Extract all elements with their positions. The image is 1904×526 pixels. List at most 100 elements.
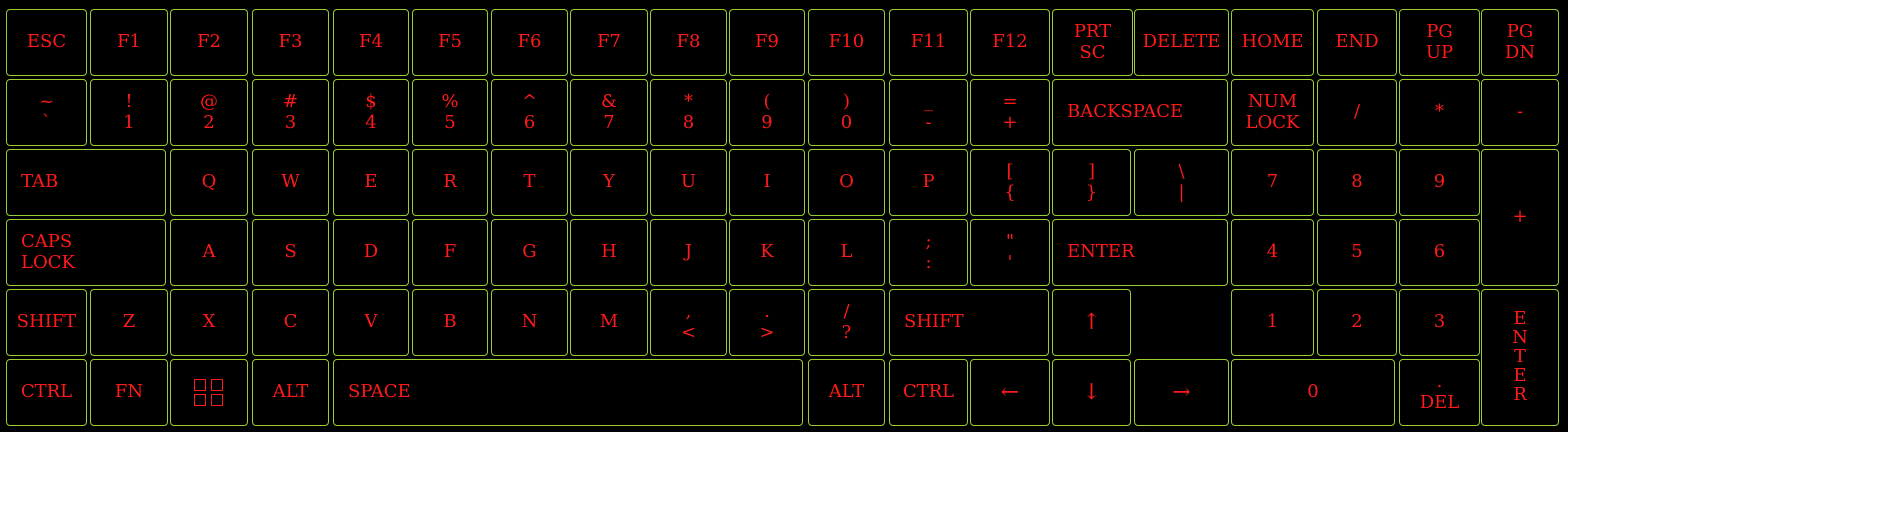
key-s[interactable]: S <box>252 219 329 286</box>
key-d[interactable]: D <box>333 219 409 286</box>
key-9[interactable]: (9 <box>729 79 805 146</box>
key-np-8[interactable]: 8 <box>1317 149 1397 216</box>
key-prtsc[interactable]: PRT SC <box>1052 9 1133 76</box>
key-np-plus[interactable]: + <box>1481 149 1559 286</box>
key-minus[interactable]: _ - <box>889 79 968 146</box>
key-3[interactable]: #3 <box>252 79 329 146</box>
key-m[interactable]: M <box>570 289 648 356</box>
key-5[interactable]: % 5 <box>412 79 488 146</box>
key-b[interactable]: B <box>412 289 488 356</box>
key-comma[interactable]: , < <box>650 289 727 356</box>
key-lshift[interactable]: SHIFT <box>6 289 87 356</box>
key-4[interactable]: $4 <box>333 79 409 146</box>
key-np-0[interactable]: 0 <box>1231 359 1395 426</box>
key-backslash[interactable]: \ | <box>1134 149 1229 216</box>
key-pgdn[interactable]: PG DN <box>1481 9 1559 76</box>
key-f10[interactable]: F10 <box>808 9 885 76</box>
key-f6[interactable]: F6 <box>491 9 568 76</box>
key-v[interactable]: V <box>333 289 409 356</box>
key-p[interactable]: P <box>889 149 968 216</box>
key-fn[interactable]: FN <box>90 359 168 426</box>
key-np-star[interactable]: * <box>1399 79 1480 146</box>
key-x[interactable]: X <box>170 289 248 356</box>
key-np-minus[interactable]: - <box>1481 79 1559 146</box>
key-6[interactable]: ^ 6 <box>491 79 568 146</box>
key-np-4[interactable]: 4 <box>1231 219 1314 286</box>
key-lbracket[interactable]: [{ <box>970 149 1050 216</box>
key-q[interactable]: Q <box>170 149 248 216</box>
key-f11[interactable]: F11 <box>889 9 968 76</box>
key-w[interactable]: W <box>252 149 329 216</box>
key-equals[interactable]: = + <box>970 79 1050 146</box>
key-pgup[interactable]: PG UP <box>1399 9 1480 76</box>
key-home[interactable]: HOME <box>1231 9 1314 76</box>
key-np-2[interactable]: 2 <box>1317 289 1397 356</box>
key-f5[interactable]: F5 <box>412 9 488 76</box>
key-f3[interactable]: F3 <box>252 9 329 76</box>
key-h[interactable]: H <box>570 219 648 286</box>
key-slash[interactable]: /? <box>808 289 885 356</box>
key-np-enter[interactable]: ENTER <box>1481 289 1559 426</box>
key-2[interactable]: @2 <box>170 79 248 146</box>
key-space[interactable]: SPACE <box>333 359 803 426</box>
key-delete[interactable]: DELETE <box>1134 9 1229 76</box>
key-t[interactable]: T <box>491 149 568 216</box>
key-tilde[interactable]: ~ ` <box>6 79 87 146</box>
key-e[interactable]: E <box>333 149 409 216</box>
key-1[interactable]: ! 1 <box>90 79 168 146</box>
key-f1[interactable]: F1 <box>90 9 168 76</box>
key-z[interactable]: Z <box>90 289 168 356</box>
key-rbracket[interactable]: ]} <box>1052 149 1131 216</box>
key-k[interactable]: K <box>729 219 805 286</box>
key-f8[interactable]: F8 <box>650 9 727 76</box>
key-np-5[interactable]: 5 <box>1317 219 1397 286</box>
key-end[interactable]: END <box>1317 9 1397 76</box>
key-u[interactable]: U <box>650 149 727 216</box>
key-f2[interactable]: F2 <box>170 9 248 76</box>
key-l[interactable]: L <box>808 219 885 286</box>
key-np-7[interactable]: 7 <box>1231 149 1314 216</box>
key-ralt[interactable]: ALT <box>808 359 885 426</box>
key-backspace[interactable]: BACKSPACE <box>1052 79 1228 146</box>
key-a[interactable]: A <box>170 219 248 286</box>
key-f[interactable]: F <box>412 219 488 286</box>
key-8[interactable]: * 8 <box>650 79 727 146</box>
key-enter[interactable]: ENTER <box>1052 219 1228 286</box>
key-down[interactable]: ↓ <box>1052 359 1131 426</box>
key-n[interactable]: N <box>491 289 568 356</box>
key-numlock[interactable]: NUM LOCK <box>1231 79 1314 146</box>
key-c[interactable]: C <box>252 289 329 356</box>
key-rctrl[interactable]: CTRL <box>889 359 968 426</box>
key-np-del[interactable]: . DEL <box>1399 359 1480 426</box>
key-up[interactable]: ↑ <box>1052 289 1131 356</box>
key-rshift[interactable]: SHIFT <box>889 289 1049 356</box>
key-f12[interactable]: F12 <box>970 9 1050 76</box>
key-7[interactable]: & 7 <box>570 79 648 146</box>
key-f9[interactable]: F9 <box>729 9 805 76</box>
key-r[interactable]: R <box>412 149 488 216</box>
key-o[interactable]: O <box>808 149 885 216</box>
key-np-6[interactable]: 6 <box>1399 219 1480 286</box>
key-esc[interactable]: ESC <box>6 9 87 76</box>
key-period[interactable]: . > <box>729 289 805 356</box>
key-j[interactable]: J <box>650 219 727 286</box>
key-f4[interactable]: F4 <box>333 9 409 76</box>
key-y[interactable]: Y <box>570 149 648 216</box>
key-left[interactable]: ← <box>970 359 1050 426</box>
key-lctrl[interactable]: CTRL <box>6 359 87 426</box>
key-np-3[interactable]: 3 <box>1399 289 1480 356</box>
key-0[interactable]: ) 0 <box>808 79 885 146</box>
key-f7[interactable]: F7 <box>570 9 648 76</box>
key-np-1[interactable]: 1 <box>1231 289 1314 356</box>
key-lalt[interactable]: ALT <box>252 359 329 426</box>
key-np-9[interactable]: 9 <box>1399 149 1480 216</box>
key-np-slash[interactable]: / <box>1317 79 1397 146</box>
key-quote[interactable]: " ' <box>970 219 1050 286</box>
key-right[interactable]: → <box>1134 359 1229 426</box>
key-tab[interactable]: TAB <box>6 149 166 216</box>
key-win[interactable] <box>170 359 248 426</box>
key-semicolon[interactable]: ;: <box>889 219 968 286</box>
key-g[interactable]: G <box>491 219 568 286</box>
key-capslock[interactable]: CAPS LOCK <box>6 219 166 286</box>
key-i[interactable]: I <box>729 149 805 216</box>
